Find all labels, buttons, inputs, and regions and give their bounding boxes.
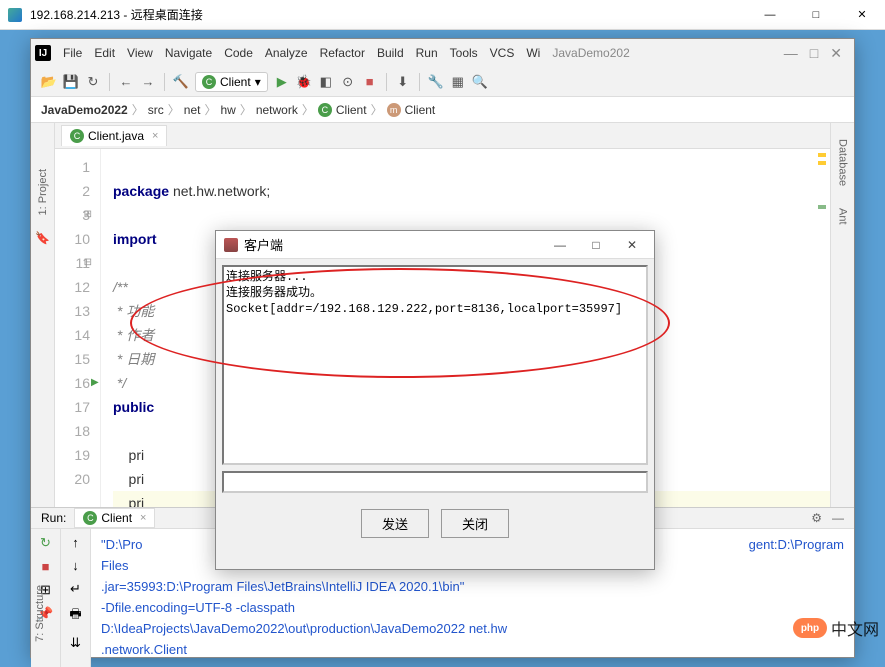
print-icon[interactable]: 🖶	[69, 605, 81, 627]
message-input[interactable]	[222, 471, 648, 493]
dialog-close-button[interactable]: ✕	[614, 232, 650, 258]
ide-title: JavaDemo202	[552, 46, 629, 60]
ide-titlebar: IJ File Edit View Navigate Code Analyze …	[31, 39, 854, 67]
close-tab-icon[interactable]: ×	[152, 130, 158, 142]
rdp-maximize-button[interactable]: □	[793, 0, 839, 30]
breadcrumb: JavaDemo2022〉 src〉 net〉 hw〉 network〉 CCl…	[31, 97, 854, 123]
send-button[interactable]: 发送	[361, 509, 429, 538]
menu-analyze[interactable]: Analyze	[261, 44, 312, 62]
run-gutter-icon[interactable]: ▶	[91, 371, 99, 395]
watermark-badge: php 中文网	[793, 616, 879, 640]
breadcrumb-item[interactable]: net	[184, 103, 201, 117]
menu-tools[interactable]: Tools	[446, 44, 482, 62]
save-icon[interactable]: 💾	[63, 74, 79, 90]
breadcrumb-item[interactable]: JavaDemo2022	[41, 103, 128, 117]
down-icon[interactable]: ↓	[72, 558, 79, 573]
rdp-title: 192.168.214.213 - 远程桌面连接	[30, 6, 203, 23]
close-button[interactable]: 关闭	[441, 509, 509, 538]
breadcrumb-item[interactable]: network	[256, 103, 298, 117]
stop-icon[interactable]: ■	[42, 559, 50, 574]
undo-icon[interactable]: ←	[118, 74, 134, 90]
ide-maximize-button[interactable]: □	[810, 45, 818, 62]
run-label: Run:	[41, 511, 66, 525]
up-icon[interactable]: ↑	[72, 535, 79, 550]
menu-file[interactable]: File	[59, 44, 86, 62]
rdp-close-button[interactable]: ✕	[839, 0, 885, 30]
error-stripe	[818, 153, 828, 213]
dialog-minimize-button[interactable]: —	[542, 232, 578, 258]
breadcrumb-item[interactable]: src	[148, 103, 164, 117]
hide-icon[interactable]: —	[832, 511, 844, 525]
menu-navigate[interactable]: Navigate	[161, 44, 216, 62]
rdp-titlebar: 192.168.214.213 - 远程桌面连接 — □ ✕	[0, 0, 885, 30]
breadcrumb-item[interactable]: CClient	[318, 103, 367, 117]
line-gutter: 1 2 3⊞ 10 11⊟ 12 13 14 15 16▶ 17 18 19 2…	[55, 149, 101, 507]
menu-refactor[interactable]: Refactor	[316, 44, 369, 62]
project-tool-tab[interactable]: 1: Project	[35, 163, 51, 221]
database-tool-tab[interactable]: Database	[835, 133, 851, 192]
search-icon[interactable]: 🔍	[472, 74, 488, 90]
rdp-icon	[8, 8, 22, 22]
menu-vcs[interactable]: VCS	[486, 44, 519, 62]
dialog-maximize-button[interactable]: □	[578, 232, 614, 258]
ide-toolbar: 📂 💾 ↻ ← → 🔨 C Client ▾ ▶ 🐞 ◧ ⊙ ■ ⬇ 🔧 ▦ 🔍	[31, 67, 854, 97]
rdp-minimize-button[interactable]: —	[747, 0, 793, 30]
rdp-window-controls: — □ ✕	[747, 0, 885, 30]
run-button-icon[interactable]: ▶	[274, 74, 290, 90]
dialog-titlebar[interactable]: 客户端 — □ ✕	[216, 231, 654, 259]
output-textarea[interactable]: 连接服务器... 连接服务器成功。 Socket[addr=/192.168.1…	[222, 265, 648, 465]
php-logo-icon: php	[793, 618, 827, 638]
dialog-title: 客户端	[244, 235, 283, 254]
bookmark-icon[interactable]: 🔖	[35, 231, 50, 245]
run-tab[interactable]: CClient ×	[74, 508, 155, 528]
run-config-dropdown[interactable]: C Client ▾	[195, 72, 268, 92]
coverage-icon[interactable]: ◧	[318, 74, 334, 90]
rerun-icon[interactable]: ↻	[40, 535, 51, 551]
redo-icon[interactable]: →	[140, 74, 156, 90]
breadcrumb-item[interactable]: mClient	[387, 103, 436, 117]
run-toolbar-right: ↑ ↓ ↵ 🖶 ⇊	[61, 529, 91, 667]
wrap-icon[interactable]: ↵	[70, 581, 81, 597]
client-dialog: 客户端 — □ ✕ 连接服务器... 连接服务器成功。 Socket[addr=…	[215, 230, 655, 570]
settings-gear-icon[interactable]: ⚙	[811, 511, 822, 525]
class-icon: C	[70, 129, 84, 143]
menu-build[interactable]: Build	[373, 44, 408, 62]
settings-wrench-icon[interactable]: 🔧	[428, 74, 444, 90]
intellij-logo-icon: IJ	[35, 45, 51, 61]
vcs-update-icon[interactable]: ⬇	[395, 74, 411, 90]
refresh-icon[interactable]: ↻	[85, 74, 101, 90]
structure-icon[interactable]: ▦	[450, 74, 466, 90]
right-tool-gutter: Database Ant	[830, 123, 854, 507]
structure-tool-tab[interactable]: 7: Structure	[34, 585, 46, 642]
ide-minimize-button[interactable]: —	[784, 45, 798, 62]
java-icon	[224, 238, 238, 252]
ide-close-button[interactable]: ✕	[830, 45, 842, 62]
breadcrumb-item[interactable]: hw	[220, 103, 235, 117]
menu-view[interactable]: View	[123, 44, 157, 62]
menu-edit[interactable]: Edit	[90, 44, 119, 62]
ant-tool-tab[interactable]: Ant	[835, 202, 851, 231]
stop-icon[interactable]: ■	[362, 74, 378, 90]
debug-icon[interactable]: 🐞	[296, 74, 312, 90]
left-tool-gutter: 1: Project 🔖	[31, 123, 55, 507]
editor-tab[interactable]: C Client.java ×	[61, 125, 167, 146]
scroll-icon[interactable]: ⇊	[70, 635, 81, 651]
profile-icon[interactable]: ⊙	[340, 74, 356, 90]
menu-run[interactable]: Run	[412, 44, 442, 62]
remote-desktop: IJ File Edit View Navigate Code Analyze …	[0, 30, 885, 656]
menu-code[interactable]: Code	[220, 44, 257, 62]
menu-window[interactable]: Wi	[522, 44, 544, 62]
watermark-text: 中文网	[831, 616, 879, 640]
build-icon[interactable]: 🔨	[173, 74, 189, 90]
open-icon[interactable]: 📂	[41, 74, 57, 90]
